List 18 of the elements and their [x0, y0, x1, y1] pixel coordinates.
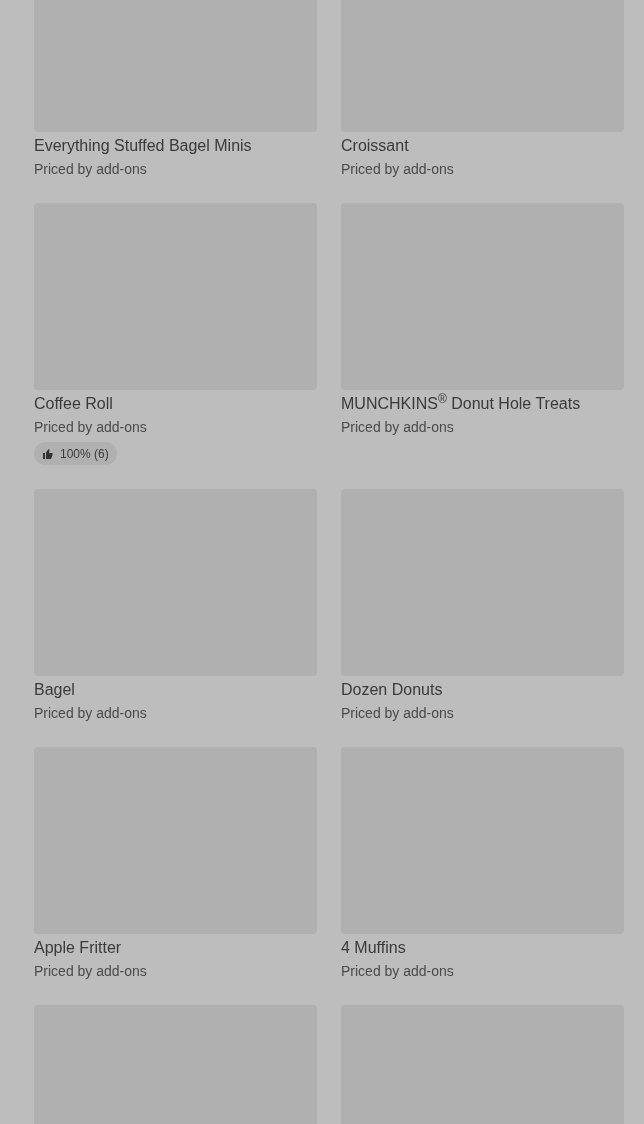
thumbs-up-icon	[42, 447, 54, 460]
product-title[interactable]: Dozen Donuts	[341, 680, 624, 700]
product-price: Priced by add-ons	[341, 962, 455, 981]
product-price: Priced by add-ons	[34, 160, 148, 179]
product-title[interactable]: Bagel	[34, 680, 317, 700]
product-price: Priced by add-ons	[341, 704, 455, 723]
product-title[interactable]: 4 Muffins	[341, 938, 624, 958]
product-price: Priced by add-ons	[34, 418, 148, 437]
product-price: Priced by add-ons	[34, 962, 148, 981]
product-title[interactable]: Apple Fritter	[34, 938, 317, 958]
rating-badge: 100% (6)	[34, 442, 117, 465]
product-title[interactable]: Coffee Roll	[34, 394, 317, 414]
product-title[interactable]: MUNCHKINS$^{®}$ Donut Hole Treats	[341, 394, 624, 414]
product-title[interactable]: Croissant	[341, 136, 624, 156]
product-price: Priced by add-ons	[341, 418, 455, 437]
product-price: Priced by add-ons	[34, 704, 148, 723]
product-price: Priced by add-ons	[341, 160, 455, 179]
product-title[interactable]: Everything Stuffed Bagel Minis	[34, 136, 317, 156]
